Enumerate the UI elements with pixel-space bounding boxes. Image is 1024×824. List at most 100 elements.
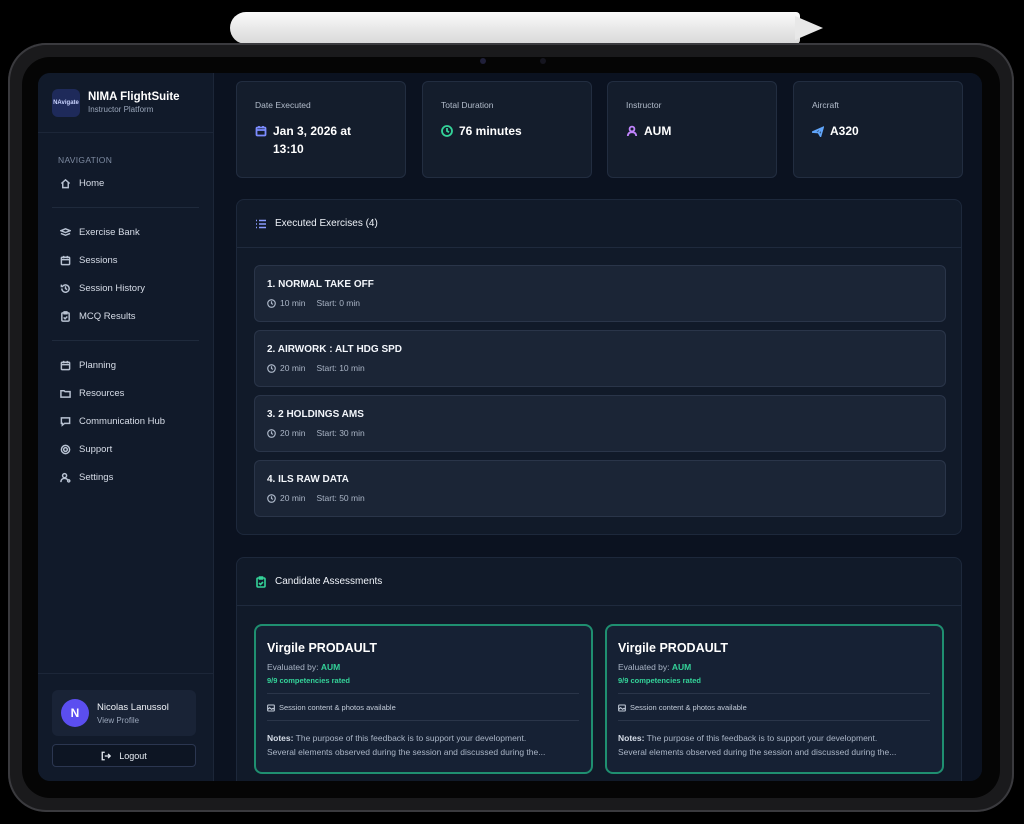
clipboard-check-icon xyxy=(61,310,70,322)
candidate-notes: Notes: The purpose of this feedback is t… xyxy=(618,733,897,757)
image-icon xyxy=(618,703,626,712)
view-profile-link[interactable]: View Profile xyxy=(97,716,169,725)
exercise-start: Start: 0 min xyxy=(316,298,360,308)
lifebuoy-icon xyxy=(60,444,71,454)
sidebar-item-label: Exercise Bank xyxy=(79,226,140,238)
profile-name: Nicolas Lanussol xyxy=(97,701,169,713)
brand[interactable]: NAvigate NIMA FlightSuite Instructor Pla… xyxy=(38,73,213,133)
session-content: Session content & photos available xyxy=(267,703,591,712)
stat-card-aircraft: Aircraft A320 xyxy=(793,81,963,178)
stat-value: AUM xyxy=(644,124,672,138)
stat-card-date: Date Executed Jan 3, 2026 at 13:10 xyxy=(236,81,406,178)
nav-section-label: NAVIGATION xyxy=(58,155,113,165)
home-icon xyxy=(60,178,71,188)
candidate-card[interactable]: Virgile PRODAULT Evaluated by: AUM 9/9 c… xyxy=(254,624,593,774)
exercise-title: 1. NORMAL TAKE OFF xyxy=(267,279,374,290)
exercise-item[interactable]: 2. AIRWORK : ALT HDG SPD 20 min Start: 1… xyxy=(254,330,946,387)
image-icon xyxy=(267,703,275,712)
candidate-notes: Notes: The purpose of this feedback is t… xyxy=(267,733,546,757)
exercise-duration: 20 min xyxy=(280,363,306,373)
exercise-title: 4. ILS RAW DATA xyxy=(267,474,349,485)
exercise-duration: 10 min xyxy=(280,298,306,308)
clock-icon xyxy=(267,298,276,308)
clock-icon xyxy=(267,363,276,373)
candidate-name: Virgile PRODAULT xyxy=(618,641,728,655)
sensor-icon xyxy=(540,58,546,64)
calendar-icon xyxy=(60,255,71,265)
stylus-tip xyxy=(795,16,823,40)
exercise-start: Start: 30 min xyxy=(316,428,365,438)
divider xyxy=(618,720,930,721)
sidebar-item-label: Communication Hub xyxy=(79,415,166,427)
stat-label: Date Executed xyxy=(255,100,311,110)
logout-icon xyxy=(101,751,112,760)
clipboard-check-icon xyxy=(256,575,266,588)
clock-icon xyxy=(267,428,276,438)
app-screen: NAvigate NIMA FlightSuite Instructor Pla… xyxy=(38,73,982,781)
sidebar-item-label: Resources xyxy=(79,387,125,399)
sidebar-item-sessions[interactable]: Sessions xyxy=(38,246,213,274)
candidate-name: Virgile PRODAULT xyxy=(267,641,377,655)
panel-title: Candidate Assessments xyxy=(275,576,383,587)
layers-icon xyxy=(60,227,71,236)
divider xyxy=(267,693,579,694)
exercise-item[interactable]: 4. ILS RAW DATA 20 min Start: 50 min xyxy=(254,460,946,517)
user-icon xyxy=(626,125,638,137)
evaluator-name: AUM xyxy=(671,662,692,672)
plane-icon xyxy=(812,126,824,137)
candidate-card[interactable]: Virgile PRODAULT Evaluated by: AUM 9/9 c… xyxy=(605,624,944,774)
sidebar-item-label: Sessions xyxy=(79,254,118,266)
panel-header: Executed Exercises (4) xyxy=(237,200,961,248)
panel-title: Executed Exercises (4) xyxy=(275,218,378,229)
clock-icon xyxy=(441,125,453,137)
stat-value: 76 minutes xyxy=(459,124,522,138)
competencies-status: 9/9 competencies rated xyxy=(267,676,350,685)
stat-card-instructor: Instructor AUM xyxy=(607,81,777,178)
sidebar-item-resources[interactable]: Resources xyxy=(38,379,213,407)
clock-icon xyxy=(267,493,276,503)
exercise-title: 2. AIRWORK : ALT HDG SPD xyxy=(267,344,402,355)
sidebar-item-exercise-bank[interactable]: Exercise Bank xyxy=(38,218,213,246)
calendar-icon xyxy=(60,360,71,370)
sidebar-item-settings[interactable]: Settings xyxy=(38,463,213,491)
chat-icon xyxy=(60,416,71,427)
competencies-status: 9/9 competencies rated xyxy=(618,676,701,685)
exercise-start: Start: 50 min xyxy=(316,493,365,503)
divider xyxy=(267,720,579,721)
stat-card-duration: Total Duration 76 minutes xyxy=(422,81,592,178)
list-icon xyxy=(256,219,266,228)
sidebar-item-support[interactable]: Support xyxy=(38,435,213,463)
sidebar-item-label: Planning xyxy=(79,359,116,371)
nav-divider xyxy=(52,340,199,341)
session-content: Session content & photos available xyxy=(618,703,942,712)
panel-header: Candidate Assessments xyxy=(237,558,961,606)
logout-label: Logout xyxy=(119,750,147,761)
sidebar-item-planning[interactable]: Planning xyxy=(38,351,213,379)
evaluator-name: AUM xyxy=(320,662,341,672)
profile-card[interactable]: N Nicolas Lanussol View Profile xyxy=(52,690,196,736)
sidebar-footer: N Nicolas Lanussol View Profile Logout xyxy=(38,673,213,781)
stat-label: Aircraft xyxy=(812,100,839,110)
exercise-item[interactable]: 1. NORMAL TAKE OFF 10 min Start: 0 min xyxy=(254,265,946,322)
sidebar: NAvigate NIMA FlightSuite Instructor Pla… xyxy=(38,73,214,781)
stat-value: Jan 3, 2026 at 13:10 xyxy=(273,124,352,156)
sidebar-item-home[interactable]: Home xyxy=(38,169,213,197)
sidebar-item-session-history[interactable]: Session History xyxy=(38,274,213,302)
exercise-item[interactable]: 3. 2 HOLDINGS AMS 20 min Start: 30 min xyxy=(254,395,946,452)
user-gear-icon xyxy=(60,472,71,483)
logout-button[interactable]: Logout xyxy=(52,744,196,767)
sidebar-item-communication-hub[interactable]: Communication Hub xyxy=(38,407,213,435)
avatar: N xyxy=(61,699,89,727)
sidebar-item-label: Home xyxy=(79,177,105,189)
sidebar-item-label: Session History xyxy=(79,282,145,294)
brand-title: NIMA FlightSuite xyxy=(88,91,180,103)
sidebar-item-mcq-results[interactable]: MCQ Results xyxy=(38,302,213,330)
evaluated-by: Evaluated by: AUM xyxy=(618,662,692,672)
calendar-icon xyxy=(255,126,267,137)
main-content: Date Executed Jan 3, 2026 at 13:10 Total… xyxy=(214,73,982,781)
stat-value: A320 xyxy=(830,124,859,138)
exercise-duration: 20 min xyxy=(280,493,306,503)
sidebar-item-label: MCQ Results xyxy=(79,310,136,322)
nav-divider xyxy=(52,207,199,208)
divider xyxy=(618,693,930,694)
